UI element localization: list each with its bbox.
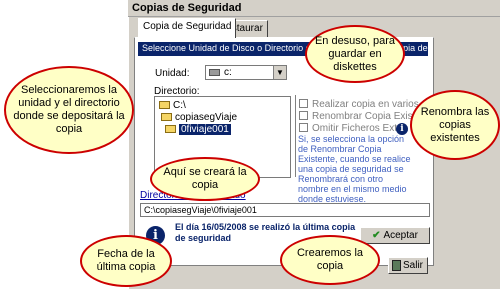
folder-open-icon xyxy=(159,101,170,109)
drive-label: Unidad: xyxy=(155,68,190,79)
callout-create: Crearemos la copia xyxy=(280,235,380,285)
checkbox-icon[interactable] xyxy=(299,99,308,108)
callout-rename: Renombra las copias existentes xyxy=(410,90,500,160)
tree-item-root[interactable]: C:\ xyxy=(159,100,186,111)
tree-item-selected[interactable]: 0fiviaje001 xyxy=(165,124,231,135)
tab-backup[interactable]: Copia de Seguridad xyxy=(138,18,237,38)
drive-icon xyxy=(209,69,220,76)
door-icon xyxy=(392,260,401,271)
folder-open-icon xyxy=(165,125,176,133)
selected-directory-field[interactable]: C:\copiasegViaje\0fiviaje001 xyxy=(140,203,430,217)
callout-deprecated: En desuso, para guardar en diskettes xyxy=(305,25,405,83)
rename-info-text: Si, se selecciona la opción de Renombrar… xyxy=(298,134,411,204)
folder-open-icon xyxy=(161,113,172,121)
window-title: Copias de Seguridad xyxy=(128,0,500,17)
exit-button[interactable]: Salir xyxy=(388,257,428,274)
callout-created-here: Aquí se creará la copia xyxy=(150,157,260,201)
checkbox-icon[interactable] xyxy=(299,123,308,132)
checkbox-icon[interactable] xyxy=(299,111,308,120)
drive-value: c: xyxy=(224,67,232,78)
chevron-down-icon[interactable]: ▼ xyxy=(273,66,286,79)
checkmark-icon: ✔ xyxy=(372,230,381,241)
callout-last-date: Fecha de la última copia xyxy=(80,235,172,287)
checkbox-skip-extra[interactable]: Omitir Ficheros Extra. xyxy=(299,123,409,134)
accept-button[interactable]: ✔ Aceptar xyxy=(360,227,430,244)
tree-item-copiasegviaje[interactable]: copiasegViaje xyxy=(161,112,237,123)
drive-select[interactable]: c: ▼ xyxy=(205,65,287,80)
callout-select-drive: Seleccionaremos la unidad y el directori… xyxy=(4,66,134,154)
